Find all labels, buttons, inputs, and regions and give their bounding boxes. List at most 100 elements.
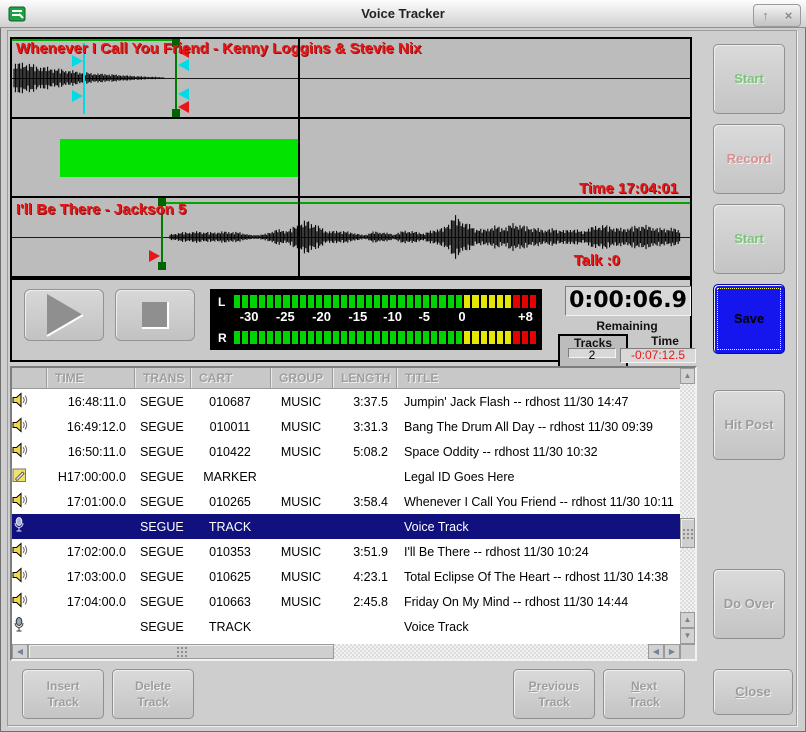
scrollbar-corner — [680, 644, 695, 659]
vu-left-bar — [234, 295, 536, 308]
track-editor: Whenever I Call You Friend - Kenny Loggi… — [10, 37, 692, 278]
log-table: TIMETRANSCARTGROUPLENGTHTITLE 16:48:11.0… — [10, 366, 697, 661]
playback-cursor — [298, 39, 300, 276]
remaining-tracks-value: 2 — [568, 348, 616, 358]
delete-track-label-line1: Delete — [135, 678, 171, 694]
scroll-left-button-2[interactable]: ◀ — [648, 644, 664, 659]
close-button[interactable]: Close — [713, 669, 793, 715]
fade-arrow-top[interactable] — [178, 59, 189, 71]
speaker-icon — [12, 442, 28, 458]
speaker-icon — [12, 492, 28, 508]
hit-post-label: Hit Post — [724, 416, 773, 434]
do-over-button[interactable]: Do Over — [713, 569, 785, 639]
marker-note-icon — [12, 468, 27, 483]
hit-post-button[interactable]: Hit Post — [713, 390, 785, 460]
column-header-CART[interactable]: CART — [190, 368, 270, 388]
column-header-GROUP[interactable]: GROUP — [270, 368, 332, 388]
record-button[interactable]: Record — [713, 124, 785, 194]
vertical-scroll-thumb[interactable] — [680, 518, 695, 548]
table-row[interactable]: SEGUE TRACK Voice Track — [12, 614, 680, 639]
speaker-icon — [12, 392, 28, 408]
previous-track-label-line1: Previous — [529, 678, 580, 694]
column-header-TITLE[interactable]: TITLE — [396, 368, 680, 388]
save-label: Save — [734, 310, 764, 328]
insert-track-label-line1: Insert — [47, 678, 80, 694]
column-header-icon[interactable] — [12, 368, 46, 388]
vu-scale: -30-25-20-15-10-50+8 — [234, 309, 536, 327]
next-track-title: I'll Be There - Jackson 5 — [16, 201, 186, 218]
column-header-LENGTH[interactable]: LENGTH — [332, 368, 396, 388]
insert-track-label-line2: Track — [47, 694, 78, 710]
track-lane-previous[interactable]: Whenever I Call You Friend - Kenny Loggi… — [12, 39, 690, 119]
close-window-icon[interactable]: × — [777, 5, 800, 26]
thumb-grip — [682, 528, 693, 539]
table-row[interactable]: 16:49:12.0SEGUE 010011MUSIC 3:31.3Bang T… — [12, 414, 680, 439]
next-track-button[interactable]: Next Track — [603, 669, 685, 719]
start-next-button[interactable]: Start — [713, 204, 785, 274]
fade-marker-handle-bottom[interactable] — [72, 90, 83, 102]
scroll-right-button[interactable]: ▶ — [664, 644, 680, 659]
table-row[interactable]: SEGUE TRACK Voice Track — [12, 514, 680, 539]
table-body: 16:48:11.0SEGUE 010687MUSIC 3:37.5Jumpin… — [12, 389, 680, 644]
table-row[interactable]: 17:03:00.0SEGUE 010625MUSIC 4:23.1Total … — [12, 564, 680, 589]
delete-track-label-line2: Track — [137, 694, 168, 710]
transport-bar: L -30-25-20-15-10-50+8 R 0:00:06.9 Remai… — [10, 278, 692, 362]
save-button[interactable]: Save — [713, 284, 785, 354]
remaining-time-label: Time — [634, 334, 696, 348]
microphone-icon — [12, 617, 26, 633]
speaker-icon — [12, 567, 28, 583]
column-header-TIME[interactable]: TIME — [46, 368, 134, 388]
elapsed-time-display: 0:00:06.9 — [565, 286, 691, 316]
voice-tracker-window: Voice Tracker ↑ × Whenever I Call You Fr… — [0, 0, 806, 732]
start-marker-arrow-bottom[interactable] — [178, 101, 189, 113]
start-previous-button[interactable]: Start — [713, 44, 785, 114]
table-row[interactable]: 16:50:11.0SEGUE 010422MUSIC 5:08.2Space … — [12, 439, 680, 464]
table-row[interactable]: 17:01:00.0SEGUE 010265MUSIC 3:58.4Whenev… — [12, 489, 680, 514]
column-header-TRANS[interactable]: TRANS — [134, 368, 190, 388]
play-icon — [42, 292, 86, 338]
speaker-icon — [12, 417, 28, 433]
vertical-scrollbar[interactable]: ▲ ▲ ▼ — [680, 368, 695, 644]
scheduled-time-label: Time 17:04:01 — [579, 180, 678, 197]
scroll-left-button[interactable]: ◀ — [12, 644, 28, 659]
vu-right-bar — [234, 331, 536, 344]
start-previous-label: Start — [734, 70, 764, 88]
table-row[interactable]: 17:02:00.0SEGUE 010353MUSIC 3:51.9I'll B… — [12, 539, 680, 564]
previous-track-title: Whenever I Call You Friend - Kenny Loggi… — [16, 40, 421, 57]
scroll-up-button-2[interactable]: ▲ — [680, 612, 695, 628]
play-button[interactable] — [24, 289, 104, 341]
table-row[interactable]: 17:04:00.0SEGUE 010663MUSIC 2:45.8Friday… — [12, 589, 680, 614]
speaker-icon — [12, 592, 28, 608]
speaker-icon — [12, 542, 28, 558]
maximize-icon[interactable]: ↑ — [754, 5, 777, 26]
stop-icon — [138, 298, 172, 332]
table-row[interactable]: H17:00:00.0SEGUE MARKER Legal ID Goes He… — [12, 464, 680, 489]
previous-track-label-line2: Track — [538, 694, 569, 710]
titlebar: Voice Tracker ↑ × — [0, 0, 806, 28]
horizontal-scrollbar[interactable]: ◀ ◀ ▶ — [12, 644, 680, 659]
window-controls: ↑ × — [753, 4, 801, 27]
microphone-icon — [12, 517, 26, 533]
do-over-label: Do Over — [724, 595, 775, 613]
fade-arrow-bottom[interactable] — [178, 88, 189, 100]
delete-track-button[interactable]: Delete Track — [112, 669, 194, 719]
insert-track-button[interactable]: Insert Track — [22, 669, 104, 719]
next-track-label-line1: Next — [631, 678, 657, 694]
start-next-label: Start — [734, 230, 764, 248]
scroll-up-button[interactable]: ▲ — [680, 368, 695, 384]
vu-right-label: R — [218, 331, 234, 345]
marker-handle-square-bottom[interactable] — [158, 262, 166, 270]
start-marker-arrow[interactable] — [149, 250, 160, 262]
stop-button[interactable] — [115, 289, 195, 341]
horizontal-scroll-thumb[interactable] — [28, 644, 334, 659]
scroll-down-button[interactable]: ▼ — [680, 628, 695, 644]
segue-overlap-line — [162, 202, 690, 204]
track-lane-next[interactable]: I'll Be There - Jackson 5 Talk :0 — [12, 198, 690, 276]
previous-track-button[interactable]: Previous Track — [513, 669, 595, 719]
table-row[interactable]: 16:48:11.0SEGUE 010687MUSIC 3:37.5Jumpin… — [12, 389, 680, 414]
next-track-label-line2: Track — [628, 694, 659, 710]
remaining-label: Remaining — [565, 319, 689, 333]
record-label: Record — [727, 150, 772, 168]
thumb-grip — [176, 646, 187, 657]
voice-track-block[interactable] — [60, 139, 300, 177]
